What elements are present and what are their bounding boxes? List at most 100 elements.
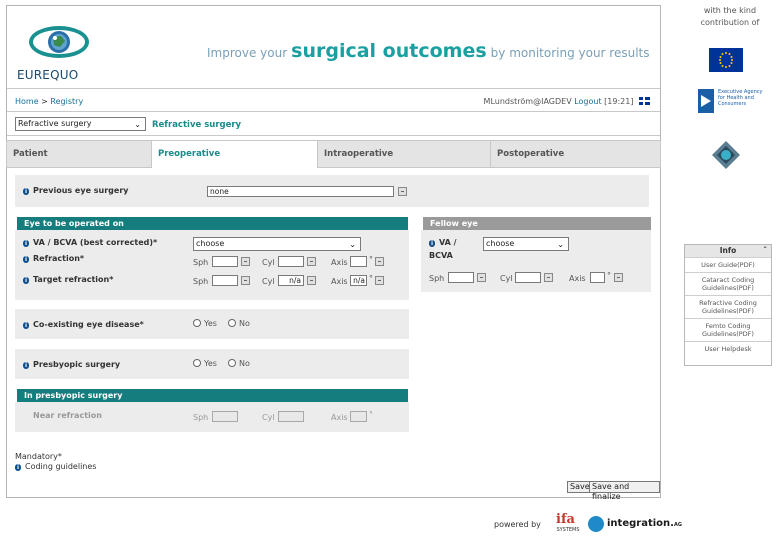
info-item-femto-guidelines[interactable]: Femto Coding Guidelines(PDF) bbox=[685, 318, 771, 341]
info-item-refractive-guidelines[interactable]: Refractive Coding Guidelines(PDF) bbox=[685, 295, 771, 318]
target-cyl-lookup-icon[interactable] bbox=[307, 276, 316, 285]
va-bcva-select[interactable]: choose ⌄ bbox=[193, 237, 361, 251]
refraction-axis-input[interactable] bbox=[350, 256, 367, 267]
fellow-sph-input[interactable] bbox=[448, 272, 474, 283]
tagline-big: surgical outcomes bbox=[291, 40, 487, 62]
info-icon[interactable]: i bbox=[23, 362, 29, 369]
tab-preoperative[interactable]: Preoperative bbox=[151, 140, 318, 168]
info-icon[interactable]: i bbox=[23, 240, 29, 247]
mandatory-note: Mandatory* bbox=[15, 452, 62, 461]
chevron-up-icon[interactable]: ˆ bbox=[763, 245, 767, 257]
info-panel-header[interactable]: Info ˆ bbox=[685, 245, 771, 257]
va-bcva-select-value: choose bbox=[196, 239, 225, 248]
fellow-axis-lookup-icon[interactable] bbox=[614, 273, 623, 282]
integration-logo-icon bbox=[588, 516, 604, 532]
info-icon[interactable]: i bbox=[23, 322, 29, 329]
refraction-cyl-input[interactable] bbox=[278, 256, 304, 267]
target-axis-input[interactable]: n/a bbox=[350, 275, 367, 286]
target-cyl-input[interactable]: n/a bbox=[278, 275, 304, 286]
logout-link[interactable]: Logout bbox=[574, 97, 601, 106]
eu-flag-icon bbox=[709, 48, 743, 72]
info-icon[interactable]: i bbox=[23, 277, 29, 284]
save-finalize-button[interactable]: Save and finalize bbox=[589, 481, 660, 501]
tab-patient[interactable]: Patient bbox=[6, 140, 152, 168]
chevron-down-icon: ⌄ bbox=[557, 240, 564, 249]
info-icon[interactable]: i bbox=[23, 188, 29, 195]
degree-symbol: ° bbox=[369, 410, 373, 419]
integration-logo-text: integration.AG bbox=[607, 518, 682, 529]
info-icon[interactable]: i bbox=[23, 256, 29, 263]
presbyopic-no-option[interactable]: No bbox=[228, 359, 250, 368]
fellow-eye-panel: i VA / BCVA choose ⌄ Sph Cyl Axis ° bbox=[421, 230, 651, 292]
target-sph-input[interactable] bbox=[212, 275, 238, 286]
powered-by: powered by bbox=[494, 520, 541, 529]
fellow-eye-heading: Fellow eye bbox=[423, 217, 651, 230]
near-sph-input[interactable] bbox=[212, 411, 238, 422]
info-item-cataract-guidelines[interactable]: Cataract Coding Guidelines(PDF) bbox=[685, 272, 771, 295]
coexisting-no-option[interactable]: No bbox=[228, 319, 250, 328]
operated-eye-panel: i VA / BCVA (best corrected)* choose ⌄ iR… bbox=[15, 230, 409, 300]
near-cyl-label: Cyl bbox=[262, 413, 275, 422]
username: MLundström@IAGDEV bbox=[483, 97, 572, 106]
coexisting-label: i Co-existing eye disease* bbox=[23, 320, 144, 329]
language-flag-icon[interactable] bbox=[639, 97, 650, 105]
info-item-helpdesk[interactable]: User Helpdesk bbox=[685, 341, 771, 356]
near-refraction-label: Near refraction bbox=[33, 411, 102, 420]
coexisting-panel: i Co-existing eye disease* Yes No bbox=[15, 309, 409, 339]
refraction-sph-lookup-icon[interactable] bbox=[241, 257, 250, 266]
presbyopic-panel: i Presbyopic surgery Yes No bbox=[15, 349, 409, 379]
header: EUREQUO Improve your surgical outcomes by … bbox=[7, 6, 660, 89]
radio-icon[interactable] bbox=[228, 359, 236, 367]
fellow-va-label: i VA / bbox=[429, 238, 457, 247]
radio-icon[interactable] bbox=[193, 319, 201, 327]
tab-intraoperative[interactable]: Intraoperative bbox=[317, 140, 491, 168]
coding-guidelines-link[interactable]: i Coding guidelines bbox=[15, 462, 96, 471]
operated-eye-heading: Eye to be operated on bbox=[17, 217, 408, 230]
info-item-user-guide[interactable]: User Guide(PDF) bbox=[685, 257, 771, 272]
fellow-cyl-lookup-icon[interactable] bbox=[544, 273, 553, 282]
fellow-axis-label: Axis bbox=[569, 274, 586, 283]
ifa-logo-text: ifa bbox=[556, 512, 575, 527]
refraction-cyl-lookup-icon[interactable] bbox=[307, 257, 316, 266]
refraction-axis-label: Axis bbox=[331, 258, 348, 267]
refraction-cyl-label: Cyl bbox=[262, 258, 275, 267]
procedure-select[interactable]: Refractive surgery ⌄ bbox=[15, 117, 146, 131]
target-sph-label: Sph bbox=[193, 277, 209, 286]
refraction-sph-input[interactable] bbox=[212, 256, 238, 267]
fellow-va-select[interactable]: choose ⌄ bbox=[483, 237, 569, 251]
fellow-axis-input[interactable] bbox=[590, 272, 605, 283]
breadcrumb-registry[interactable]: Registry bbox=[50, 97, 83, 106]
session-time: [19:21] bbox=[604, 97, 634, 106]
info-icon[interactable]: i bbox=[429, 240, 435, 247]
near-cyl-input[interactable] bbox=[278, 411, 304, 422]
chevron-down-icon: ⌄ bbox=[349, 240, 356, 249]
info-panel-title: Info bbox=[719, 246, 737, 255]
breadcrumb: Home > Registry bbox=[15, 97, 83, 106]
fellow-sph-label: Sph bbox=[429, 274, 445, 283]
degree-symbol: ° bbox=[369, 255, 373, 264]
tab-bar: Patient Preoperative Intraoperative Post… bbox=[6, 140, 661, 168]
breadcrumb-home[interactable]: Home bbox=[15, 97, 39, 106]
tab-postoperative[interactable]: Postoperative bbox=[490, 140, 661, 168]
target-sph-lookup-icon[interactable] bbox=[241, 276, 250, 285]
fellow-cyl-input[interactable] bbox=[515, 272, 541, 283]
presbyopic-label: i Presbyopic surgery bbox=[23, 360, 121, 369]
radio-icon[interactable] bbox=[228, 319, 236, 327]
radio-icon[interactable] bbox=[193, 359, 201, 367]
near-axis-input[interactable] bbox=[350, 411, 367, 422]
near-axis-label: Axis bbox=[331, 413, 348, 422]
coexisting-yes-option[interactable]: Yes bbox=[193, 319, 217, 328]
eahc-logo-icon bbox=[698, 89, 714, 113]
logo-text: EUREQUO bbox=[17, 68, 79, 82]
fellow-sph-lookup-icon[interactable] bbox=[477, 273, 486, 282]
target-axis-lookup-icon[interactable] bbox=[375, 276, 384, 285]
target-axis-label: Axis bbox=[331, 277, 348, 286]
va-bcva-label: i VA / BCVA (best corrected)* bbox=[23, 238, 158, 247]
procedure-row: Refractive surgery ⌄ Refractive surgery bbox=[7, 112, 660, 136]
presbyopic-yes-option[interactable]: Yes bbox=[193, 359, 217, 368]
refraction-axis-lookup-icon[interactable] bbox=[375, 257, 384, 266]
presbyopic-section-heading: In presbyopic surgery bbox=[17, 389, 408, 402]
eahc-logo: Executive Agency for Health and Consumer… bbox=[698, 87, 770, 117]
previous-surgery-input[interactable]: none bbox=[207, 186, 394, 197]
previous-surgery-lookup-icon[interactable] bbox=[398, 187, 407, 196]
